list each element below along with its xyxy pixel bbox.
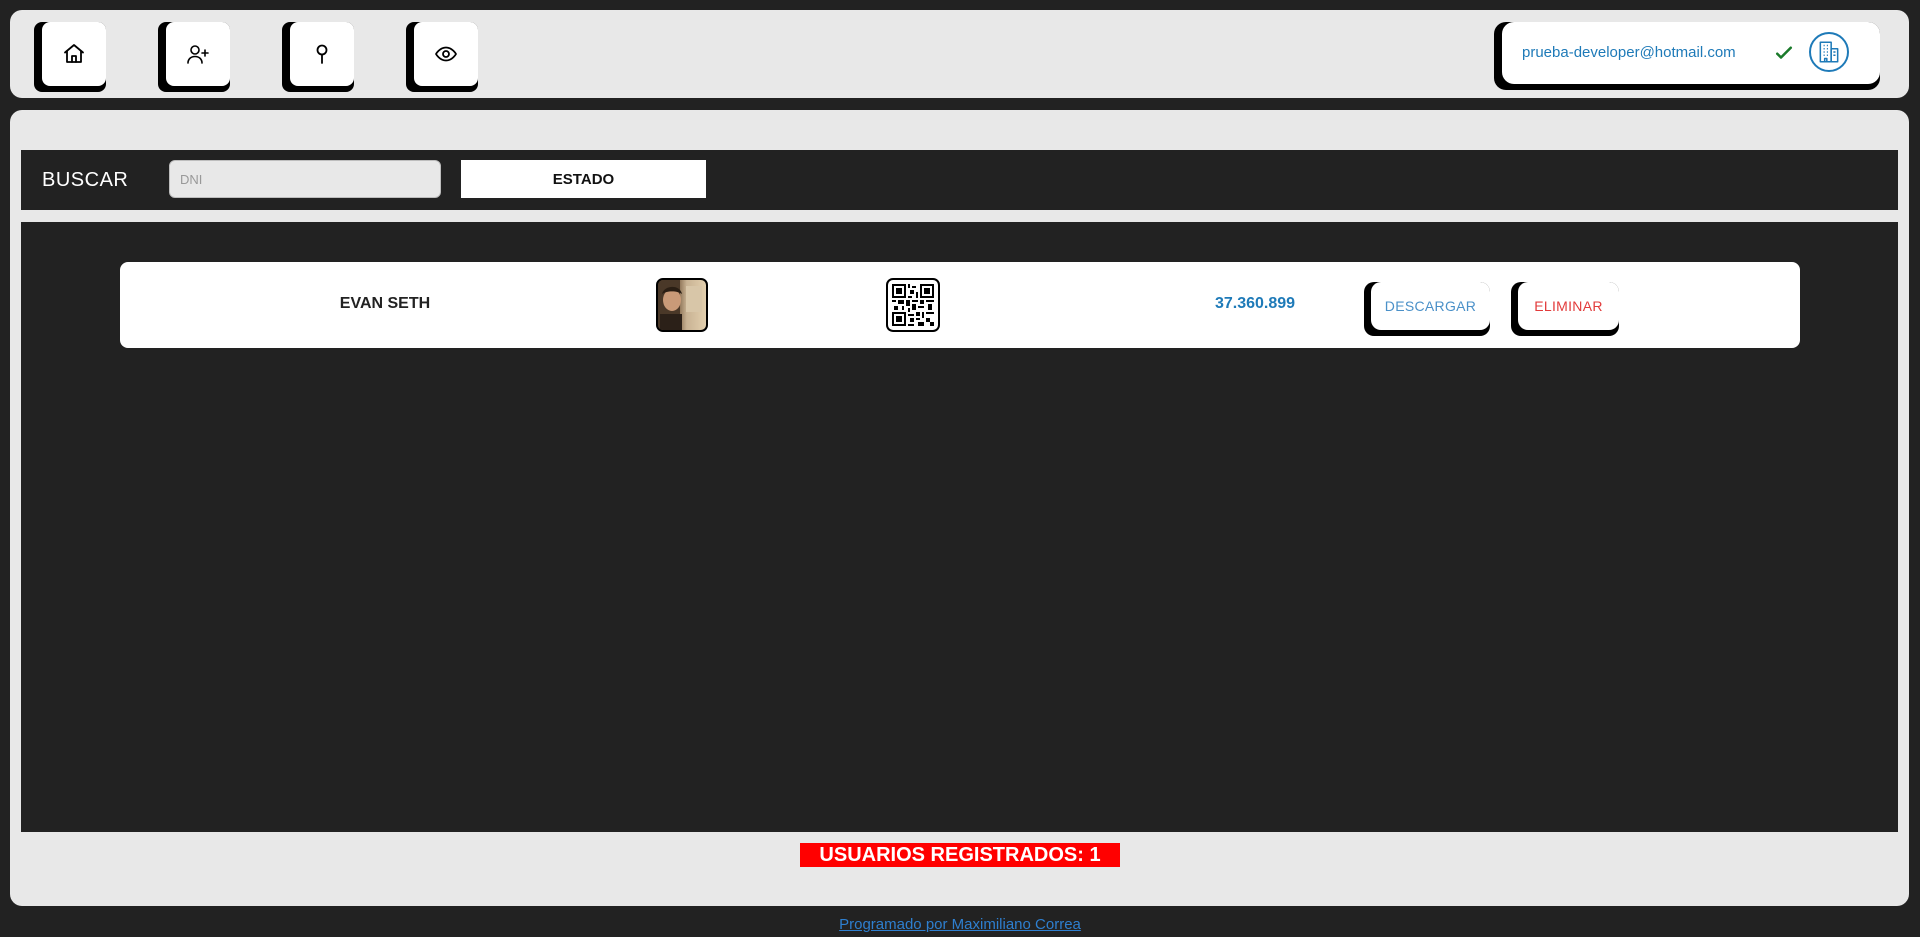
download-button-label: DESCARGAR	[1371, 282, 1490, 330]
footer-credit-link[interactable]: Programado por Maximiliano Correa	[0, 916, 1920, 933]
search-bar: BUSCAR ESTADO	[21, 150, 1898, 210]
user-plus-icon	[187, 45, 209, 64]
eye-icon	[435, 46, 457, 62]
delete-button[interactable]: ELIMINAR	[1511, 282, 1619, 336]
top-navbar: prueba-developer@hotmail.com	[10, 10, 1909, 98]
nav-view-button[interactable]	[406, 22, 478, 92]
nav-home-button[interactable]	[34, 22, 106, 92]
check-icon	[1775, 46, 1793, 59]
home-icon	[64, 44, 84, 63]
user-email[interactable]: prueba-developer@hotmail.com	[1522, 44, 1736, 61]
download-button[interactable]: DESCARGAR	[1364, 282, 1490, 336]
qr-code-icon	[892, 284, 934, 326]
user-dni: 37.360.899	[1214, 295, 1296, 312]
registered-users-count: USUARIOS REGISTRADOS: 1	[800, 843, 1120, 867]
dni-search-input[interactable]	[169, 160, 441, 198]
qr-code[interactable]	[886, 278, 940, 332]
list-item: EVAN SETH 37.360.899 DESCARGAR ELIMINAR	[120, 262, 1800, 348]
person-photo-icon	[658, 280, 702, 330]
company-button[interactable]	[1809, 32, 1849, 72]
main-panel: BUSCAR ESTADO EVAN SETH	[10, 110, 1909, 906]
user-name: EVAN SETH	[339, 295, 431, 312]
map-pin-icon	[316, 44, 328, 64]
nav-location-button[interactable]	[282, 22, 354, 92]
estado-button[interactable]: ESTADO	[461, 160, 706, 198]
nav-add-user-button[interactable]	[158, 22, 230, 92]
delete-button-label: ELIMINAR	[1518, 282, 1619, 330]
avatar	[656, 278, 708, 332]
building-icon	[1819, 41, 1839, 63]
user-list: EVAN SETH 37.360.899 DESCARGAR ELIMINAR	[21, 222, 1898, 832]
user-info-pill: prueba-developer@hotmail.com	[1494, 22, 1880, 90]
search-label: BUSCAR	[42, 169, 129, 191]
